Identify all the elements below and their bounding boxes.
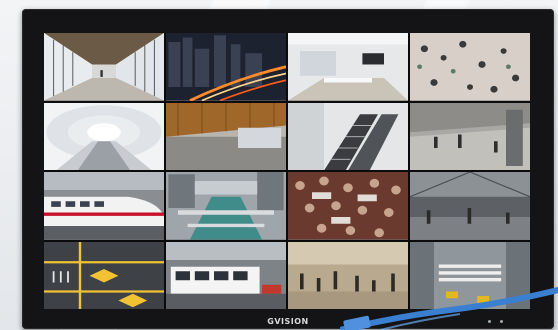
camera-feed-city-canal <box>166 172 286 240</box>
camera-feed-wood-ceiling-lobby <box>166 102 286 170</box>
monitor: GVISION <box>22 9 554 329</box>
camera-feed-subway-corridor <box>44 33 164 101</box>
product-photo: GVISION <box>0 0 558 330</box>
camera-feed-city-bus <box>166 241 286 309</box>
camera-feed-street-crosswalk <box>410 241 530 309</box>
camera-feed-white-tunnel <box>44 102 164 170</box>
camera-feed-train-platform <box>410 102 530 170</box>
camera-feed-escalators <box>288 102 408 170</box>
camera-grid <box>44 33 530 309</box>
brand-logo: GVISION <box>267 317 309 326</box>
camera-feed-aerial-crowd-plaza <box>410 33 530 101</box>
camera-feed-road-intersection <box>44 241 164 309</box>
camera-feed-night-city-traffic <box>166 33 286 101</box>
camera-feed-crowded-cafeteria <box>288 172 408 240</box>
camera-feed-market-hall <box>410 172 530 240</box>
camera-feed-office-interior <box>288 33 408 101</box>
camera-feed-busy-concourse <box>288 241 408 309</box>
indicator-light <box>500 320 503 323</box>
camera-feed-bullet-train <box>44 172 164 240</box>
indicator-light <box>488 320 491 323</box>
